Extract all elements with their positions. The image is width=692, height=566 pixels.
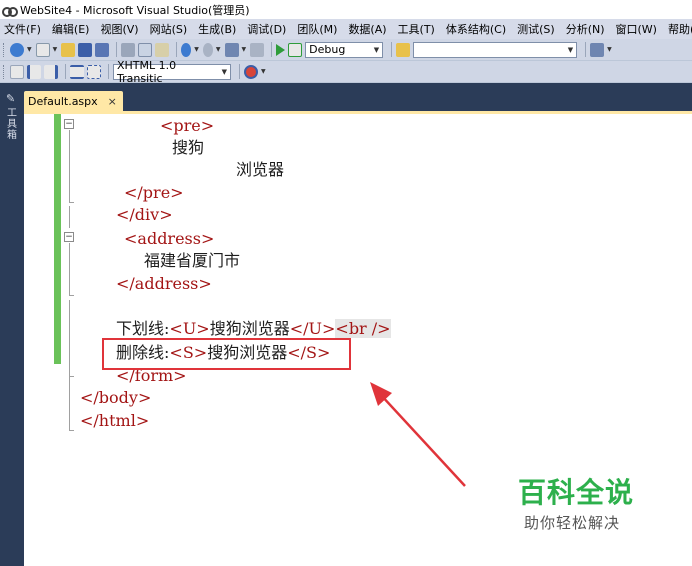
cut-icon[interactable] — [121, 42, 136, 57]
code-editor[interactable]: − − <pre> 搜狗 浏览器 </pre> </div> <address>… — [24, 114, 692, 566]
increase-indent-icon[interactable] — [44, 64, 58, 79]
start-debugging-icon[interactable] — [276, 43, 286, 56]
toolbar-separator — [585, 42, 587, 57]
chevron-down-icon[interactable]: ▼ — [194, 46, 199, 53]
chevron-down-icon: ▼ — [373, 45, 380, 54]
open-folder-icon[interactable] — [61, 42, 76, 57]
find-in-files-icon[interactable] — [396, 42, 411, 57]
uncomment-icon[interactable] — [87, 64, 101, 79]
close-icon[interactable]: × — [108, 95, 117, 108]
chevron-down-icon[interactable]: ▼ — [27, 46, 32, 53]
solution-configuration-select[interactable]: Debug ▼ — [305, 41, 384, 58]
pin-icon[interactable]: ✎ — [6, 92, 15, 105]
solution-configuration-value: Debug — [309, 43, 346, 56]
toolbar-separator — [271, 42, 273, 57]
toolbar-grip[interactable] — [3, 42, 6, 57]
target-schema-value: XHTML 1.0 Transitic — [117, 58, 177, 85]
html-source-toolbar: XHTML 1.0 Transitic ▼ ▼ — [0, 59, 692, 85]
menu-file[interactable]: 文件(F) — [4, 21, 41, 37]
menu-tools[interactable]: 工具(T) — [398, 21, 435, 37]
toolbar-overflow-icon[interactable]: ▼ — [607, 46, 612, 53]
menu-view[interactable]: 视图(V) — [100, 21, 138, 37]
navigate-backward-icon[interactable] — [224, 42, 239, 57]
title-bar: WebSite4 - Microsoft Visual Studio(管理员) — [0, 0, 692, 19]
menu-window[interactable]: 窗口(W) — [616, 21, 657, 37]
menu-debug[interactable]: 调试(D) — [247, 21, 286, 37]
check-accessibility-icon[interactable] — [244, 64, 258, 79]
window-title: WebSite4 - Microsoft Visual Studio(管理员) — [20, 3, 250, 17]
chevron-down-icon: ▼ — [567, 45, 574, 54]
navigate-forward-icon[interactable] — [250, 42, 265, 57]
comment-icon[interactable] — [70, 64, 84, 79]
solution-explorer-icon[interactable] — [590, 42, 605, 57]
menu-help[interactable]: 帮助(H) — [668, 21, 692, 37]
menu-team[interactable]: 团队(M) — [297, 21, 337, 37]
toolbar-separator — [116, 42, 118, 57]
toolbar-grip[interactable] — [3, 64, 6, 79]
toolbar-overflow-icon[interactable]: ▼ — [261, 68, 266, 75]
tab-label: Default.aspx — [28, 94, 98, 108]
standard-toolbar: ▼ ▼ ▼ ▼ ▼ Debug ▼ ▼ ▼ — [0, 39, 692, 61]
find-combobox[interactable]: ▼ — [413, 41, 578, 58]
undo-icon[interactable] — [181, 42, 192, 57]
target-schema-select[interactable]: XHTML 1.0 Transitic ▼ — [113, 59, 231, 85]
visual-studio-logo-icon — [2, 5, 18, 17]
tab-default-aspx[interactable]: Default.aspx × — [24, 91, 123, 111]
save-icon[interactable] — [78, 42, 93, 57]
toolbar-separator — [239, 64, 240, 79]
toolbox-strip: ✎ 工具箱 — [0, 84, 24, 566]
toolbar-separator — [391, 42, 393, 57]
menu-build[interactable]: 生成(B) — [198, 21, 236, 37]
menu-bar: 文件(F) 编辑(E) 视图(V) 网站(S) 生成(B) 调试(D) 团队(M… — [0, 19, 692, 39]
add-item-icon[interactable] — [35, 42, 50, 57]
menu-test[interactable]: 测试(S) — [517, 21, 555, 37]
menu-website[interactable]: 网站(S) — [150, 21, 188, 37]
menu-architecture[interactable]: 体系结构(C) — [446, 21, 506, 37]
new-project-icon[interactable] — [10, 42, 24, 57]
view-in-browser-icon[interactable] — [288, 42, 303, 57]
redo-icon[interactable] — [202, 42, 213, 57]
watermark-subtitle: 助你轻松解决 — [524, 514, 621, 532]
copy-icon[interactable] — [138, 42, 153, 57]
toolbar-separator — [176, 42, 178, 57]
paste-icon[interactable] — [155, 42, 170, 57]
menu-edit[interactable]: 编辑(E) — [52, 21, 90, 37]
menu-data[interactable]: 数据(A) — [348, 21, 386, 37]
chevron-down-icon[interactable]: ▼ — [242, 46, 247, 53]
chevron-down-icon: ▼ — [221, 67, 227, 76]
chevron-down-icon[interactable]: ▼ — [216, 46, 221, 53]
toolbar-separator — [65, 64, 66, 79]
decrease-indent-icon[interactable] — [27, 64, 41, 79]
watermark-title: 百科全说 — [518, 476, 635, 509]
save-all-icon[interactable] — [95, 42, 110, 57]
menu-analyze[interactable]: 分析(N) — [566, 21, 605, 37]
toolbar-separator — [108, 64, 109, 79]
format-document-icon[interactable] — [10, 64, 24, 79]
chevron-down-icon[interactable]: ▼ — [53, 46, 58, 53]
toolbox-tab[interactable]: 工具箱 — [5, 108, 19, 141]
document-tab-bar: Default.aspx × — [24, 84, 692, 111]
